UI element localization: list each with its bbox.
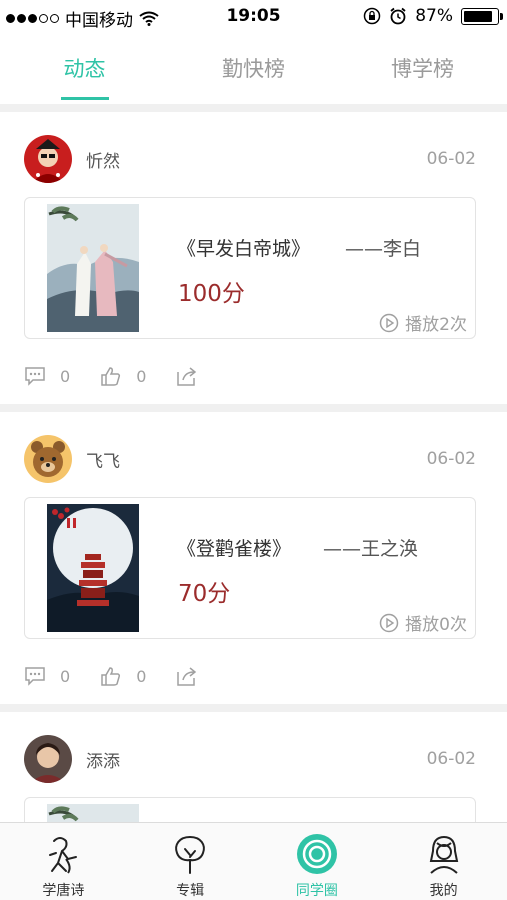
poem-cover-image: [47, 504, 139, 632]
score: 100分: [178, 281, 245, 307]
play-icon: [379, 313, 399, 332]
comment-count: 0: [60, 366, 71, 386]
post-actions: 0 0: [24, 662, 242, 690]
tab-feed[interactable]: 动态: [0, 34, 169, 104]
nav-albums[interactable]: 专辑: [127, 823, 254, 900]
post-header: 忻然 06-02: [24, 132, 476, 186]
tab-diligence-ranking[interactable]: 勤快榜: [169, 34, 338, 104]
like-count: 0: [136, 366, 147, 386]
recitation-card[interactable]: [24, 797, 476, 822]
share-button[interactable]: [176, 666, 212, 686]
author-name: 添添: [86, 751, 120, 772]
play-count-label: 播放0次: [405, 615, 467, 635]
like-button[interactable]: 0: [100, 666, 146, 686]
avatar[interactable]: [24, 135, 72, 183]
alarm-icon: [390, 7, 406, 25]
share-icon: [177, 367, 197, 386]
post-header: 飞飞 06-02: [24, 432, 476, 486]
feed-post: 飞飞 06-02 《登鹳雀楼》 ——王之涣 70分 播放0次 0 0: [0, 412, 507, 704]
status-bar: 中国移动 19:05 87%: [0, 0, 507, 34]
nav-label: 专辑: [176, 883, 205, 899]
thumbs-up-icon: [101, 367, 121, 386]
divider: [0, 404, 507, 412]
status-right: 87%: [363, 6, 503, 26]
bottom-nav: 学唐诗 专辑 同学圈 我的: [0, 822, 507, 900]
tree-icon: [175, 835, 205, 874]
poem-author: ——李白: [345, 238, 422, 260]
poet-icon: [49, 837, 78, 874]
battery-icon: [461, 7, 503, 25]
nav-classmates-circle[interactable]: 同学圈: [254, 823, 381, 900]
post-date: 06-02: [426, 449, 476, 469]
score: 70分: [178, 581, 231, 607]
avatar[interactable]: [24, 735, 72, 783]
share-icon: [177, 667, 197, 686]
post-date: 06-02: [426, 149, 476, 169]
play-count[interactable]: 播放0次: [379, 610, 467, 635]
battery-percent: 87%: [415, 6, 453, 26]
comment-icon: [25, 367, 45, 386]
divider: [0, 704, 507, 712]
rotation-lock-icon: [363, 7, 381, 25]
comment-icon: [25, 667, 45, 686]
top-tabs: 动态 勤快榜 博学榜: [0, 34, 507, 104]
like-count: 0: [136, 666, 147, 686]
nav-profile[interactable]: 我的: [380, 823, 507, 900]
thumbs-up-icon: [101, 667, 121, 686]
author-name: 忻然: [86, 151, 120, 172]
play-count[interactable]: 播放2次: [379, 310, 467, 335]
share-button[interactable]: [176, 366, 212, 386]
play-icon: [379, 613, 399, 632]
play-count-label: 播放2次: [405, 315, 467, 335]
feed-post: 忻然 06-02 《早发白帝城》 ——李白 100分 播放2次 0 0: [0, 112, 507, 404]
tab-knowledge-ranking[interactable]: 博学榜: [338, 34, 507, 104]
post-actions: 0 0: [24, 362, 242, 390]
divider: [0, 104, 507, 112]
poem-author: ——王之涣: [323, 538, 419, 560]
poem-title: 《登鹳雀楼》: [177, 538, 292, 560]
avatar[interactable]: [24, 435, 72, 483]
circle-icon: [296, 834, 337, 874]
comment-button[interactable]: 0: [24, 366, 70, 386]
recitation-card[interactable]: 《登鹳雀楼》 ——王之涣 70分 播放0次: [24, 497, 476, 639]
nav-label: 我的: [429, 883, 458, 899]
like-button[interactable]: 0: [100, 366, 146, 386]
comment-button[interactable]: 0: [24, 666, 70, 686]
comment-count: 0: [60, 666, 71, 686]
author-name: 飞飞: [86, 451, 120, 472]
nav-learn-poems[interactable]: 学唐诗: [0, 823, 127, 900]
poem-cover-image: [47, 204, 139, 332]
profile-icon: [429, 835, 458, 874]
nav-label: 同学圈: [295, 883, 338, 899]
feed-post: 添添 06-02: [0, 712, 507, 822]
nav-label: 学唐诗: [42, 883, 85, 899]
poem-cover-image: [47, 804, 139, 822]
post-date: 06-02: [426, 749, 476, 769]
poem-title: 《早发白帝城》: [177, 238, 311, 260]
post-header: 添添 06-02: [24, 732, 476, 786]
recitation-card[interactable]: 《早发白帝城》 ——李白 100分 播放2次: [24, 197, 476, 339]
